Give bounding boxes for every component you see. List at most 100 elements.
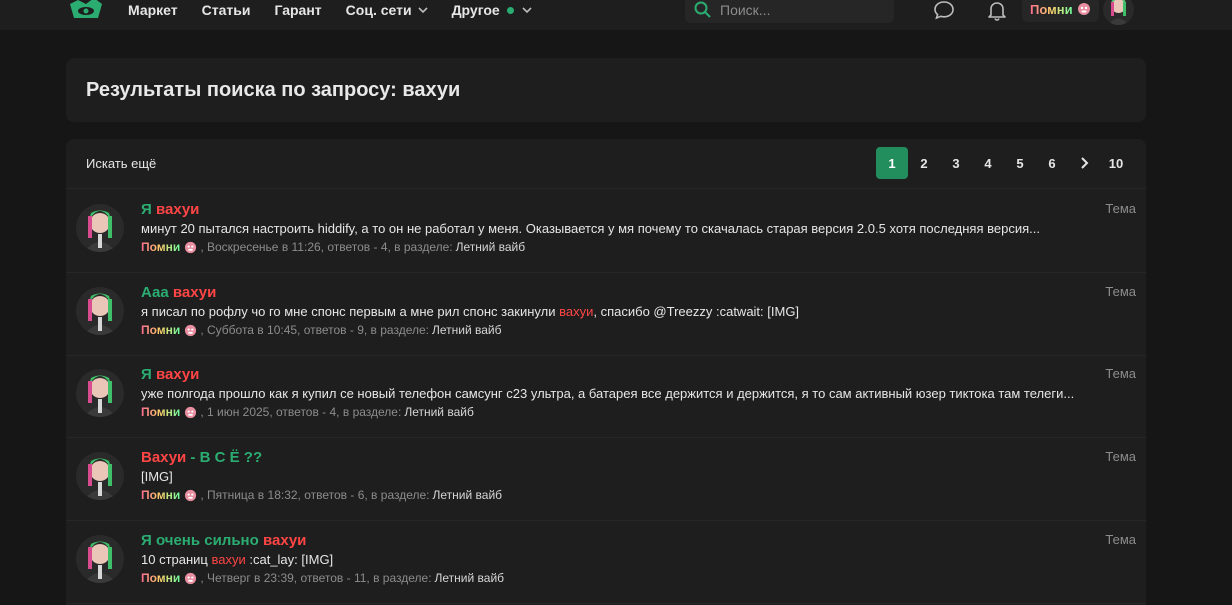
results-header: Искать ещё 1 2 3 4 5 6 10: [66, 139, 1146, 189]
list-item: Я вахуи уже полгода прошло как я купил с…: [66, 355, 1146, 438]
avatar[interactable]: [76, 287, 124, 335]
title-prefix: Я очень сильно: [141, 532, 263, 549]
result-title[interactable]: Я очень сильно вахуи: [141, 532, 306, 549]
meta-text: , Воскресенье в 11:26, ответов - 4, в ра…: [200, 240, 453, 254]
snippet-text: [IMG]: [141, 469, 173, 484]
page-title-block: Результаты поиска по запросу: вахуи: [66, 58, 1146, 122]
search-box: [685, 0, 894, 23]
nav-other-label: Другое: [451, 2, 500, 18]
author-link[interactable]: Помни: [141, 405, 180, 419]
search-icon: [694, 1, 711, 18]
page-button-10[interactable]: 10: [1100, 147, 1132, 179]
page-button-2[interactable]: 2: [908, 147, 940, 179]
snippet-text: уже полгода прошло как я купил се новый …: [141, 386, 1075, 401]
next-page-button[interactable]: [1068, 147, 1100, 179]
user-name: Помни: [1030, 1, 1073, 17]
badge-icon: [185, 406, 197, 418]
result-snippet: минут 20 пытался настроить hiddify, а то…: [141, 221, 1081, 236]
user-menu[interactable]: Помни: [1022, 0, 1099, 22]
result-meta: Помни , Воскресенье в 11:26, ответов - 4,…: [141, 240, 525, 254]
avatar[interactable]: [76, 369, 124, 417]
content-type: Тема: [1105, 532, 1136, 547]
author-link[interactable]: Помни: [141, 571, 180, 585]
logo-icon[interactable]: [68, 0, 104, 24]
content-type: Тема: [1105, 366, 1136, 381]
result-meta: Помни , Четверг в 23:39, ответов - 11, в …: [141, 571, 504, 585]
title-highlight: вахуи: [262, 532, 307, 549]
result-meta: Помни , 1 июн 2025, ответов - 4, в раздел…: [141, 405, 474, 419]
page-title: Результаты поиска по запросу: вахуи: [86, 79, 461, 101]
result-title[interactable]: Я вахуи: [141, 366, 199, 383]
pagination: 1 2 3 4 5 6 10: [876, 147, 1132, 179]
page-button-6[interactable]: 6: [1036, 147, 1068, 179]
badge-icon: [185, 241, 197, 253]
nav-market-label: Маркет: [128, 2, 178, 18]
avatar[interactable]: [76, 452, 124, 500]
result-snippet: я писал по рофлу чо го мне спонс первым …: [141, 304, 1081, 319]
nav-articles-label: Статьи: [201, 2, 251, 18]
content-type: Тема: [1105, 201, 1136, 216]
snippet-text: 10 страниц: [141, 552, 212, 567]
page-button-1[interactable]: 1: [876, 147, 908, 179]
avatar[interactable]: [76, 204, 124, 252]
nav-other[interactable]: Другое: [452, 2, 532, 18]
badge-icon: [1077, 3, 1090, 15]
nav-market[interactable]: Маркет: [128, 2, 178, 18]
page-button-5[interactable]: 5: [1004, 147, 1036, 179]
search-results: Искать ещё 1 2 3 4 5 6 10 Я вахуи минут …: [66, 139, 1146, 605]
bell-icon[interactable]: [986, 0, 1008, 21]
author-link[interactable]: Помни: [141, 323, 180, 337]
list-item: Я очень сильно вахуи 10 страниц вахуи :c…: [66, 521, 1146, 604]
snippet-text: минут 20 пытался настроить hiddify, а то…: [141, 221, 1040, 236]
meta-text: , Четверг в 23:39, ответов - 11, в разде…: [200, 571, 432, 585]
title-prefix: Я: [141, 366, 156, 383]
section-link[interactable]: Летний вайб: [432, 323, 502, 337]
meta-text: , Пятница в 18:32, ответов - 6, в раздел…: [200, 488, 430, 502]
section-link[interactable]: Летний вайб: [433, 488, 503, 502]
content-type: Тема: [1105, 449, 1136, 464]
chevron-down-icon: [418, 7, 428, 14]
online-dot: [506, 6, 514, 14]
snippet-text: я писал по рофлу чо го мне спонс первым …: [141, 304, 560, 319]
search-input[interactable]: [720, 1, 880, 18]
title-highlight: вахуи: [155, 366, 200, 383]
title-prefix: Я: [141, 201, 156, 218]
result-title[interactable]: Ааа вахуи: [141, 284, 216, 301]
title-highlight: вахуи: [155, 201, 200, 218]
main-nav: Маркет Статьи Гарант Соц. сети Другое: [128, 0, 556, 20]
nav-guarantor[interactable]: Гарант: [274, 2, 321, 18]
list-item: Я вахуи минут 20 пытался настроить hiddi…: [66, 190, 1146, 273]
result-title[interactable]: Вахуи - В С Ё ??: [141, 449, 262, 466]
page-button-4[interactable]: 4: [972, 147, 1004, 179]
nav-social[interactable]: Соц. сети: [346, 2, 428, 18]
author-link[interactable]: Помни: [141, 488, 180, 502]
list-item: Вахуи - В С Ё ?? [IMG] Помни , Пятница в …: [66, 438, 1146, 521]
content-type: Тема: [1105, 284, 1136, 299]
title-highlight: вахуи: [172, 284, 217, 301]
nav-social-label: Соц. сети: [345, 2, 412, 18]
avatar[interactable]: [76, 535, 124, 583]
chat-icon[interactable]: [933, 0, 955, 21]
section-link[interactable]: Летний вайб: [404, 405, 474, 419]
badge-icon: [185, 489, 197, 501]
section-link[interactable]: Летний вайб: [456, 240, 526, 254]
result-meta: Помни , Суббота в 10:45, ответов - 9, в р…: [141, 323, 502, 337]
badge-icon: [185, 324, 197, 336]
avatar[interactable]: [1103, 0, 1134, 25]
section-link[interactable]: Летний вайб: [435, 571, 505, 585]
badge-icon: [185, 572, 197, 584]
snippet-text: , спасибо @Treezzy :catwait: [IMG]: [593, 304, 800, 319]
chevron-down-icon: [522, 7, 532, 14]
page-button-3[interactable]: 3: [940, 147, 972, 179]
result-snippet: [IMG]: [141, 469, 1081, 484]
nav-guarantor-label: Гарант: [274, 2, 322, 18]
result-meta: Помни , Пятница в 18:32, ответов - 6, в р…: [141, 488, 502, 502]
author-link[interactable]: Помни: [141, 240, 180, 254]
meta-text: , 1 июн 2025, ответов - 4, в разделе:: [200, 405, 402, 419]
nav-articles[interactable]: Статьи: [202, 2, 251, 18]
meta-text: , Суббота в 10:45, ответов - 9, в раздел…: [200, 323, 429, 337]
search-more-link[interactable]: Искать ещё: [86, 156, 156, 171]
result-title[interactable]: Я вахуи: [141, 201, 199, 218]
list-item: Ааа вахуи я писал по рофлу чо го мне спо…: [66, 273, 1146, 356]
top-bar: Маркет Статьи Гарант Соц. сети Другое По…: [0, 0, 1232, 30]
